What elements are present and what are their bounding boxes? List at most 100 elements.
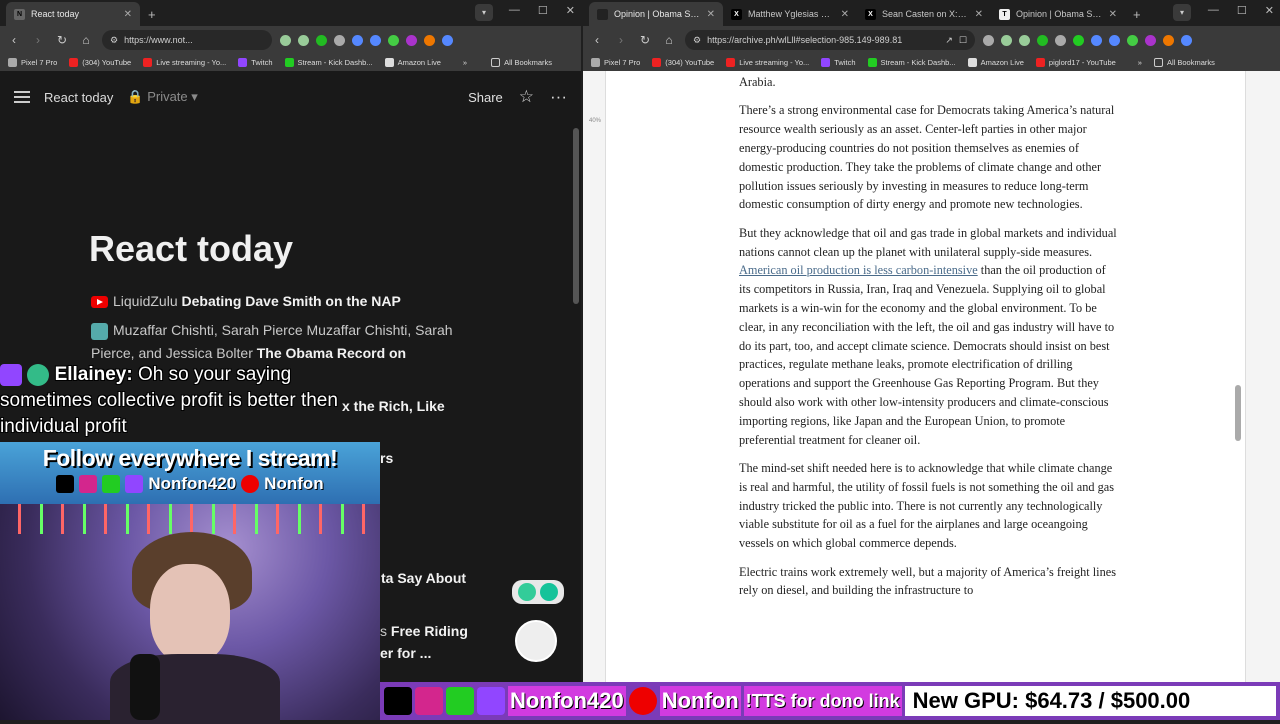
back-icon[interactable]: ‹ — [589, 33, 605, 47]
list-item[interactable]: er for ... — [380, 642, 530, 665]
extension-icon[interactable] — [1127, 34, 1138, 46]
close-window-icon[interactable]: ✕ — [566, 4, 575, 17]
bookmark-item[interactable]: Live streaming - Yo... — [143, 58, 226, 67]
extension-icon[interactable] — [388, 34, 399, 46]
extension-icon[interactable] — [280, 34, 291, 46]
close-icon[interactable]: ✕ — [841, 9, 849, 20]
new-tab-button[interactable]: + — [1125, 2, 1149, 26]
forward-icon[interactable]: › — [613, 33, 629, 47]
scrollbar[interactable] — [573, 128, 579, 304]
list-item[interactable]: LiquidZulu Debating Dave Smith on the NA… — [91, 290, 481, 313]
extension-icon[interactable] — [1055, 34, 1066, 46]
breadcrumb[interactable]: React today — [44, 90, 113, 105]
bookmark-item[interactable]: Stream - Kick Dashb... — [284, 58, 373, 67]
scrollbar[interactable] — [1235, 385, 1241, 441]
avatar[interactable] — [515, 620, 557, 662]
bookmark-item[interactable]: Amazon Live — [384, 58, 441, 67]
all-bookmarks[interactable]: All Bookmarks — [491, 58, 552, 67]
profile-avatar[interactable] — [1163, 34, 1174, 46]
reload-icon[interactable]: ↻ — [54, 33, 70, 47]
grammarly-icon[interactable] — [540, 583, 558, 601]
menu-icon[interactable] — [442, 34, 453, 46]
gpu-goal: New GPU: $64.73 / $500.00 — [904, 686, 1276, 716]
home-icon[interactable]: ⌂ — [78, 33, 94, 47]
extension-icon[interactable] — [1091, 34, 1102, 46]
extension-icon[interactable] — [1019, 34, 1030, 46]
tab-opinion[interactable]: Opinion | Obama Support ✕ — [589, 2, 723, 26]
privacy-badge[interactable]: 🔒 Private ▾ — [127, 89, 197, 105]
extension-icon[interactable] — [1145, 34, 1156, 46]
bookmark-item[interactable]: (304) YouTube — [652, 58, 714, 67]
extension-icon[interactable] — [298, 34, 309, 46]
extension-icon[interactable] — [1001, 34, 1012, 46]
reload-icon[interactable]: ↻ — [637, 33, 653, 47]
page-title: React today — [89, 228, 294, 269]
tab-opinion-2[interactable]: T Opinion | Obama Support ✕ — [991, 2, 1125, 26]
extension-icon[interactable] — [1037, 34, 1048, 46]
more-bookmarks-icon[interactable]: » — [1138, 58, 1142, 67]
extension-icon[interactable] — [1073, 34, 1084, 46]
close-icon[interactable]: ✕ — [1109, 9, 1117, 20]
bookmark-item[interactable]: (304) YouTube — [69, 58, 131, 67]
address-bar[interactable]: ⚙ https://www.not... — [102, 30, 272, 50]
favorite-star-icon[interactable]: ☆ — [519, 87, 534, 107]
tab-yglesias[interactable]: X Matthew Yglesias on X: "O ✕ — [723, 2, 857, 26]
menu-icon[interactable] — [14, 91, 30, 103]
close-icon[interactable]: ✕ — [975, 9, 983, 20]
home-icon[interactable]: ⌂ — [661, 33, 677, 47]
extension-icon[interactable] — [406, 34, 417, 46]
grammarly-widget[interactable] — [512, 580, 564, 604]
article-link[interactable]: American oil production is less carbon-i… — [739, 263, 978, 277]
profile-avatar[interactable] — [424, 34, 435, 46]
close-icon[interactable]: ✕ — [124, 9, 132, 20]
close-icon[interactable]: ✕ — [707, 9, 715, 20]
close-window-icon[interactable]: ✕ — [1265, 4, 1274, 17]
menu-icon[interactable] — [1181, 34, 1192, 46]
bookmark-item[interactable]: Pixel 7 Pro — [8, 58, 57, 67]
extension-icon[interactable] — [370, 34, 381, 46]
minimize-icon[interactable]: — — [509, 4, 520, 17]
address-bar[interactable]: ⚙ https://archive.ph/wlLll#selection-985… — [685, 30, 975, 50]
share-icon[interactable]: ↗ — [945, 35, 953, 46]
extension-icon[interactable] — [316, 34, 327, 46]
site-info-icon[interactable]: ⚙ — [110, 35, 118, 46]
maximize-icon[interactable]: ☐ — [1237, 4, 1247, 17]
share-button[interactable]: Share — [468, 90, 503, 105]
lightbulb-icon[interactable] — [518, 583, 536, 601]
more-bookmarks-icon[interactable]: » — [463, 58, 467, 67]
maximize-icon[interactable]: ☐ — [538, 4, 548, 17]
site-info-icon[interactable]: ⚙ — [693, 35, 701, 46]
tab-search-chevron-icon[interactable]: ▾ — [1173, 4, 1191, 21]
bookmark-item[interactable]: Stream - Kick Dashb... — [867, 58, 956, 67]
list-item[interactable]: Muzaffar Chishti, Sarah Pierce Muzaffar … — [91, 319, 481, 365]
bookmark-item[interactable]: Live streaming - Yo... — [726, 58, 809, 67]
tab-react-today[interactable]: N React today ✕ — [6, 2, 140, 26]
extension-icon[interactable] — [983, 34, 994, 46]
all-bookmarks[interactable]: All Bookmarks — [1153, 58, 1215, 67]
extensions-bar — [983, 34, 1192, 46]
bookmark-item[interactable]: Pixel 7 Pro — [591, 58, 640, 67]
minimize-icon[interactable]: — — [1208, 4, 1219, 17]
chat-username: Ellainey: — [54, 364, 133, 385]
bookmark-item[interactable]: piglord17 - YouTube — [1035, 58, 1116, 67]
bookmark-icon[interactable]: ☐ — [959, 35, 967, 46]
tab-casten[interactable]: X Sean Casten on X: "This Y ✕ — [857, 2, 991, 26]
extension-icon[interactable] — [352, 34, 363, 46]
back-icon[interactable]: ‹ — [6, 33, 22, 47]
bookmark-item[interactable]: Twitch — [821, 58, 856, 67]
tab-search-chevron-icon[interactable]: ▾ — [475, 4, 493, 21]
new-tab-button[interactable]: + — [140, 2, 164, 26]
bookmark-item[interactable]: Amazon Live — [967, 58, 1024, 67]
more-options-icon[interactable]: ··· — [550, 87, 567, 107]
forward-icon[interactable]: › — [30, 33, 46, 47]
notion-icon: N — [14, 8, 25, 20]
extension-icon[interactable] — [1109, 34, 1120, 46]
bookmark-item[interactable]: Twitch — [238, 58, 273, 67]
navigation-toolbar: ‹ › ↻ ⌂ ⚙ https://archive.ph/wlLll#selec… — [583, 26, 1280, 54]
youtube-icon — [628, 687, 657, 715]
extension-icon[interactable] — [334, 34, 345, 46]
list-item[interactable]: ta Say About — [381, 567, 531, 590]
list-item[interactable]: rs — [380, 447, 480, 470]
list-item[interactable]: s Free Riding — [380, 620, 530, 643]
twitch-icon — [0, 363, 22, 386]
